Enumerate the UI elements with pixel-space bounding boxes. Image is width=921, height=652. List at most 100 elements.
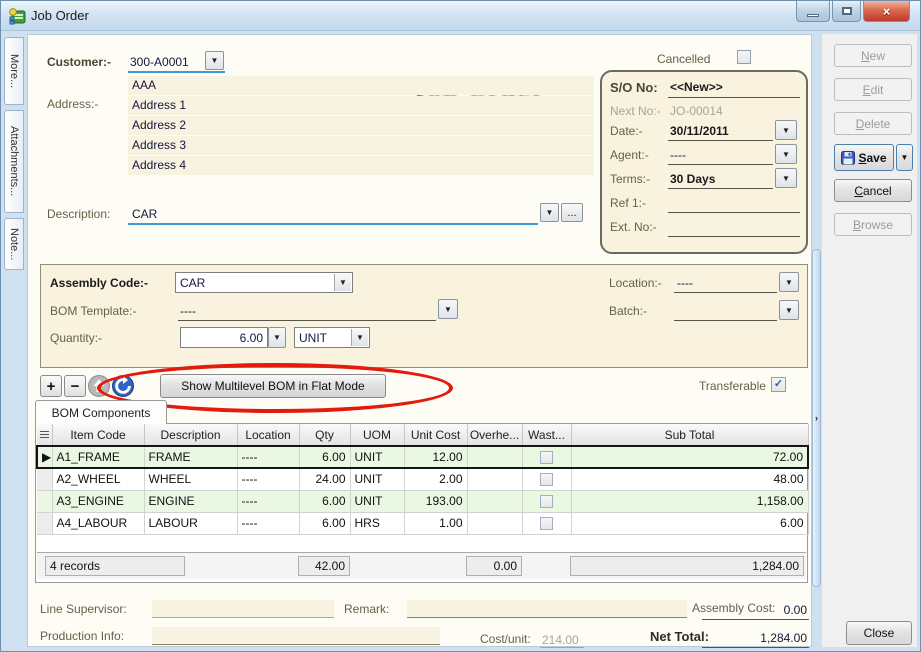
grid-footer: 4 records 42.00 0.00 1,284.00 <box>37 552 806 579</box>
tab-more[interactable]: More... <box>4 37 24 105</box>
batch-dropdown-button[interactable]: ▼ <box>779 300 799 320</box>
description-dropdown-button[interactable]: ▼ <box>540 203 559 222</box>
agent-value[interactable]: ---- <box>670 148 686 162</box>
address-line2-field[interactable] <box>128 116 594 135</box>
action-button-panel: New Edit Delete Save ▼ Cancel Browse Clo… <box>822 34 917 647</box>
table-row[interactable]: ▶ A1_FRAMEFRAME ----6.00 UNIT12.00 72.00 <box>37 446 808 468</box>
agent-dropdown-button[interactable]: ▼ <box>775 144 797 164</box>
date-dropdown-button[interactable]: ▼ <box>775 120 797 140</box>
save-button[interactable]: Save <box>834 144 894 171</box>
next-no-value: JO-00014 <box>670 104 723 118</box>
remove-row-button[interactable]: − <box>64 375 86 397</box>
waste-checkbox[interactable] <box>540 517 553 530</box>
date-value[interactable]: 30/11/2011 <box>670 124 729 138</box>
minimize-button[interactable] <box>796 1 830 22</box>
remark-field[interactable] <box>407 600 687 618</box>
uom-dropdown-icon[interactable]: ▼ <box>351 329 368 346</box>
close-window-button[interactable]: × <box>863 1 910 22</box>
line-supervisor-label: Line Supervisor: <box>40 602 127 616</box>
delete-button[interactable]: Delete <box>834 112 912 135</box>
move-up-button[interactable] <box>88 375 110 397</box>
table-row[interactable]: A2_WHEELWHEEL ----24.00 UNIT2.00 48.00 <box>37 468 808 490</box>
so-no-value: <<New>> <box>670 80 723 94</box>
edit-button[interactable]: Edit <box>834 78 912 101</box>
waste-checkbox[interactable] <box>540 451 553 464</box>
minimize-icon <box>807 14 819 17</box>
new-button[interactable]: New <box>834 44 912 67</box>
col-sub-total[interactable]: Sub Total <box>571 424 808 446</box>
location-dropdown-button[interactable]: ▼ <box>779 272 799 292</box>
waste-cell <box>522 446 571 468</box>
ext-no-underline <box>668 236 800 237</box>
close-button[interactable]: Close <box>846 621 912 645</box>
col-uom[interactable]: UOM <box>350 424 404 446</box>
col-overhead[interactable]: Overhe... <box>467 424 522 446</box>
qty-total: 42.00 <box>298 556 350 576</box>
title-bar[interactable]: Job Order × <box>1 1 920 31</box>
customer-dropdown-button[interactable]: ▼ <box>205 51 224 70</box>
bom-template-dropdown-button[interactable]: ▼ <box>438 299 458 319</box>
line-supervisor-field[interactable] <box>152 600 334 618</box>
tab-note[interactable]: Note... <box>4 218 24 270</box>
batch-label: Batch:- <box>609 304 647 318</box>
refresh-bom-button[interactable] <box>112 375 134 397</box>
description-ellipsis-button[interactable]: ... <box>561 203 583 222</box>
save-options-dropdown[interactable]: ▼ <box>896 144 913 171</box>
col-location[interactable]: Location <box>237 424 299 446</box>
row-selector-current: ▶ <box>37 446 52 468</box>
quantity-dropdown-button[interactable]: ▼ <box>268 327 286 348</box>
col-item-code[interactable]: Item Code <box>52 424 144 446</box>
customer-label: Customer:- <box>47 55 111 69</box>
waste-checkbox[interactable] <box>540 473 553 486</box>
address-line3: Address 3 <box>132 138 186 152</box>
maximize-icon <box>842 7 852 15</box>
uom-combo[interactable]: UNIT ▼ <box>294 327 370 348</box>
browse-button[interactable]: Browse <box>834 213 912 236</box>
collapse-splitter[interactable]: › <box>812 249 821 587</box>
waste-cell <box>522 490 571 512</box>
cancel-button[interactable]: Cancel <box>834 179 912 202</box>
date-label: Date:- <box>610 124 643 138</box>
customer-focus-underline <box>128 71 225 73</box>
bom-template-value[interactable]: ---- <box>180 304 196 318</box>
address-line1-field[interactable] <box>128 96 594 115</box>
show-flat-mode-button[interactable]: Show Multilevel BOM in Flat Mode <box>160 374 386 398</box>
row-selector <box>37 490 52 512</box>
remark-label: Remark: <box>344 602 389 616</box>
description-value[interactable]: CAR <box>132 207 157 221</box>
transferable-checkbox[interactable]: ✓ <box>771 377 786 392</box>
terms-label: Terms:- <box>610 172 650 186</box>
address-line3-field[interactable] <box>128 136 594 155</box>
refresh-icon <box>112 375 134 397</box>
table-row[interactable]: A4_LABOURLABOUR ----6.00 HRS1.00 6.00 <box>37 512 808 534</box>
net-total-value: 1,284.00 <box>737 631 807 645</box>
table-row[interactable]: A3_ENGINEENGINE ----6.00 UNIT193.00 1,15… <box>37 490 808 512</box>
address-line4-field[interactable] <box>128 156 594 175</box>
customer-value[interactable]: 300-A0001 <box>130 55 189 69</box>
chevron-right-icon: › <box>815 413 818 423</box>
cancelled-checkbox[interactable] <box>737 50 751 64</box>
add-row-button[interactable]: + <box>40 375 62 397</box>
assembly-code-combo[interactable]: CAR ▼ <box>175 272 353 293</box>
production-info-label: Production Info: <box>40 629 124 643</box>
quantity-label: Quantity:- <box>50 331 102 345</box>
terms-value[interactable]: 30 Days <box>670 172 715 186</box>
waste-checkbox[interactable] <box>540 495 553 508</box>
ext-no-label: Ext. No:- <box>610 220 657 234</box>
production-info-field[interactable] <box>152 627 440 645</box>
bom-table: Item Code Description Location Qty UOM U… <box>36 424 809 535</box>
quantity-input[interactable]: 6.00 <box>180 327 268 348</box>
maximize-button[interactable] <box>832 1 861 22</box>
col-description[interactable]: Description <box>144 424 237 446</box>
app-icon <box>9 7 27 25</box>
terms-dropdown-button[interactable]: ▼ <box>775 168 797 188</box>
location-value[interactable]: ---- <box>677 276 693 290</box>
tab-attachments[interactable]: Attachments... <box>4 110 24 213</box>
assembly-code-dropdown-icon[interactable]: ▼ <box>334 274 351 291</box>
col-waste[interactable]: Wast... <box>522 424 571 446</box>
cancelled-label: Cancelled <box>657 52 710 66</box>
tab-bom-components[interactable]: BOM Components <box>35 400 167 424</box>
column-chooser-header[interactable] <box>37 424 52 446</box>
col-qty[interactable]: Qty <box>299 424 350 446</box>
col-unit-cost[interactable]: Unit Cost <box>404 424 467 446</box>
